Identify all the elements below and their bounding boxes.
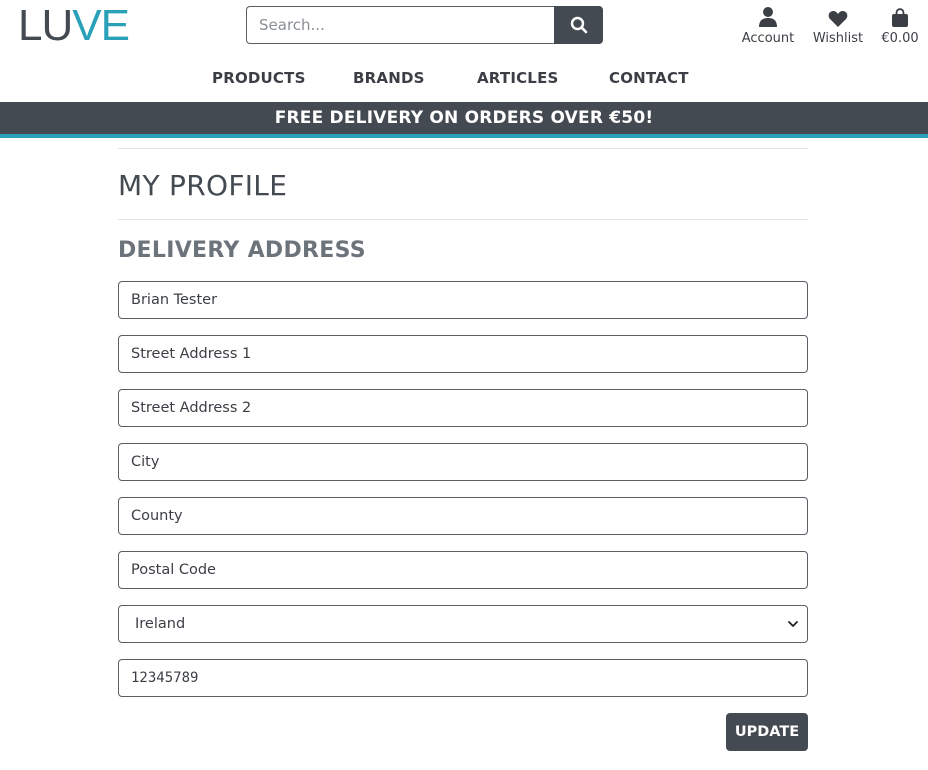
street-address-1-field[interactable]: Street Address 1	[118, 335, 808, 373]
cart-link[interactable]: €0.00	[872, 4, 928, 46]
logo-text-lu: LU	[18, 1, 73, 50]
postal-code-placeholder: Postal Code	[131, 562, 216, 578]
phone-number-field[interactable]: 12345789	[118, 659, 808, 697]
county-placeholder: County	[131, 508, 183, 524]
street-address-2-field[interactable]: Street Address 2	[118, 389, 808, 427]
divider	[118, 219, 808, 220]
page-title: MY PROFILE	[118, 169, 288, 202]
delivery-banner-text: FREE DELIVERY ON ORDERS OVER €50!	[274, 108, 654, 128]
nav-articles[interactable]: ARTICLES	[477, 69, 559, 87]
chevron-down-icon	[788, 621, 798, 627]
full-name-value: Brian Tester	[131, 292, 218, 308]
search-icon	[570, 16, 587, 34]
street-address-2-placeholder: Street Address 2	[131, 400, 252, 416]
country-select[interactable]: Ireland	[118, 605, 808, 643]
search-input[interactable]	[246, 6, 554, 44]
user-icon	[759, 7, 777, 27]
nav-brands[interactable]: BRANDS	[353, 69, 425, 87]
main-nav: PRODUCTS BRANDS ARTICLES CONTACT	[0, 69, 928, 89]
country-selected-value: Ireland	[135, 616, 186, 632]
account-label: Account	[741, 31, 795, 46]
site-logo[interactable]: LUVE	[18, 1, 130, 50]
update-button[interactable]: UPDATE	[726, 713, 808, 751]
header-icon-nav: Account Wishlist €0.00	[732, 4, 928, 46]
postal-code-field[interactable]: Postal Code	[118, 551, 808, 589]
section-title: DELIVERY ADDRESS	[118, 238, 366, 263]
search-button[interactable]	[554, 6, 603, 44]
account-link[interactable]: Account	[732, 4, 804, 46]
search-bar	[246, 6, 603, 44]
phone-number-value: 12345789	[131, 670, 199, 686]
delivery-banner: FREE DELIVERY ON ORDERS OVER €50!	[0, 102, 928, 138]
nav-products[interactable]: PRODUCTS	[212, 69, 306, 87]
wishlist-label: Wishlist	[812, 31, 864, 46]
shopping-bag-icon	[892, 8, 908, 27]
city-field[interactable]: City	[118, 443, 808, 481]
full-name-field[interactable]: Brian Tester	[118, 281, 808, 319]
cart-total-label: €0.00	[881, 31, 919, 46]
profile-content: MY PROFILE DELIVERY ADDRESS	[118, 148, 808, 265]
county-field[interactable]: County	[118, 497, 808, 535]
logo-text-ve: VE	[72, 1, 130, 50]
wishlist-link[interactable]: Wishlist	[804, 4, 872, 46]
divider-top	[118, 148, 808, 149]
nav-contact[interactable]: CONTACT	[609, 69, 689, 87]
heart-icon	[828, 10, 848, 27]
street-address-1-placeholder: Street Address 1	[131, 346, 252, 362]
city-placeholder: City	[131, 454, 160, 470]
